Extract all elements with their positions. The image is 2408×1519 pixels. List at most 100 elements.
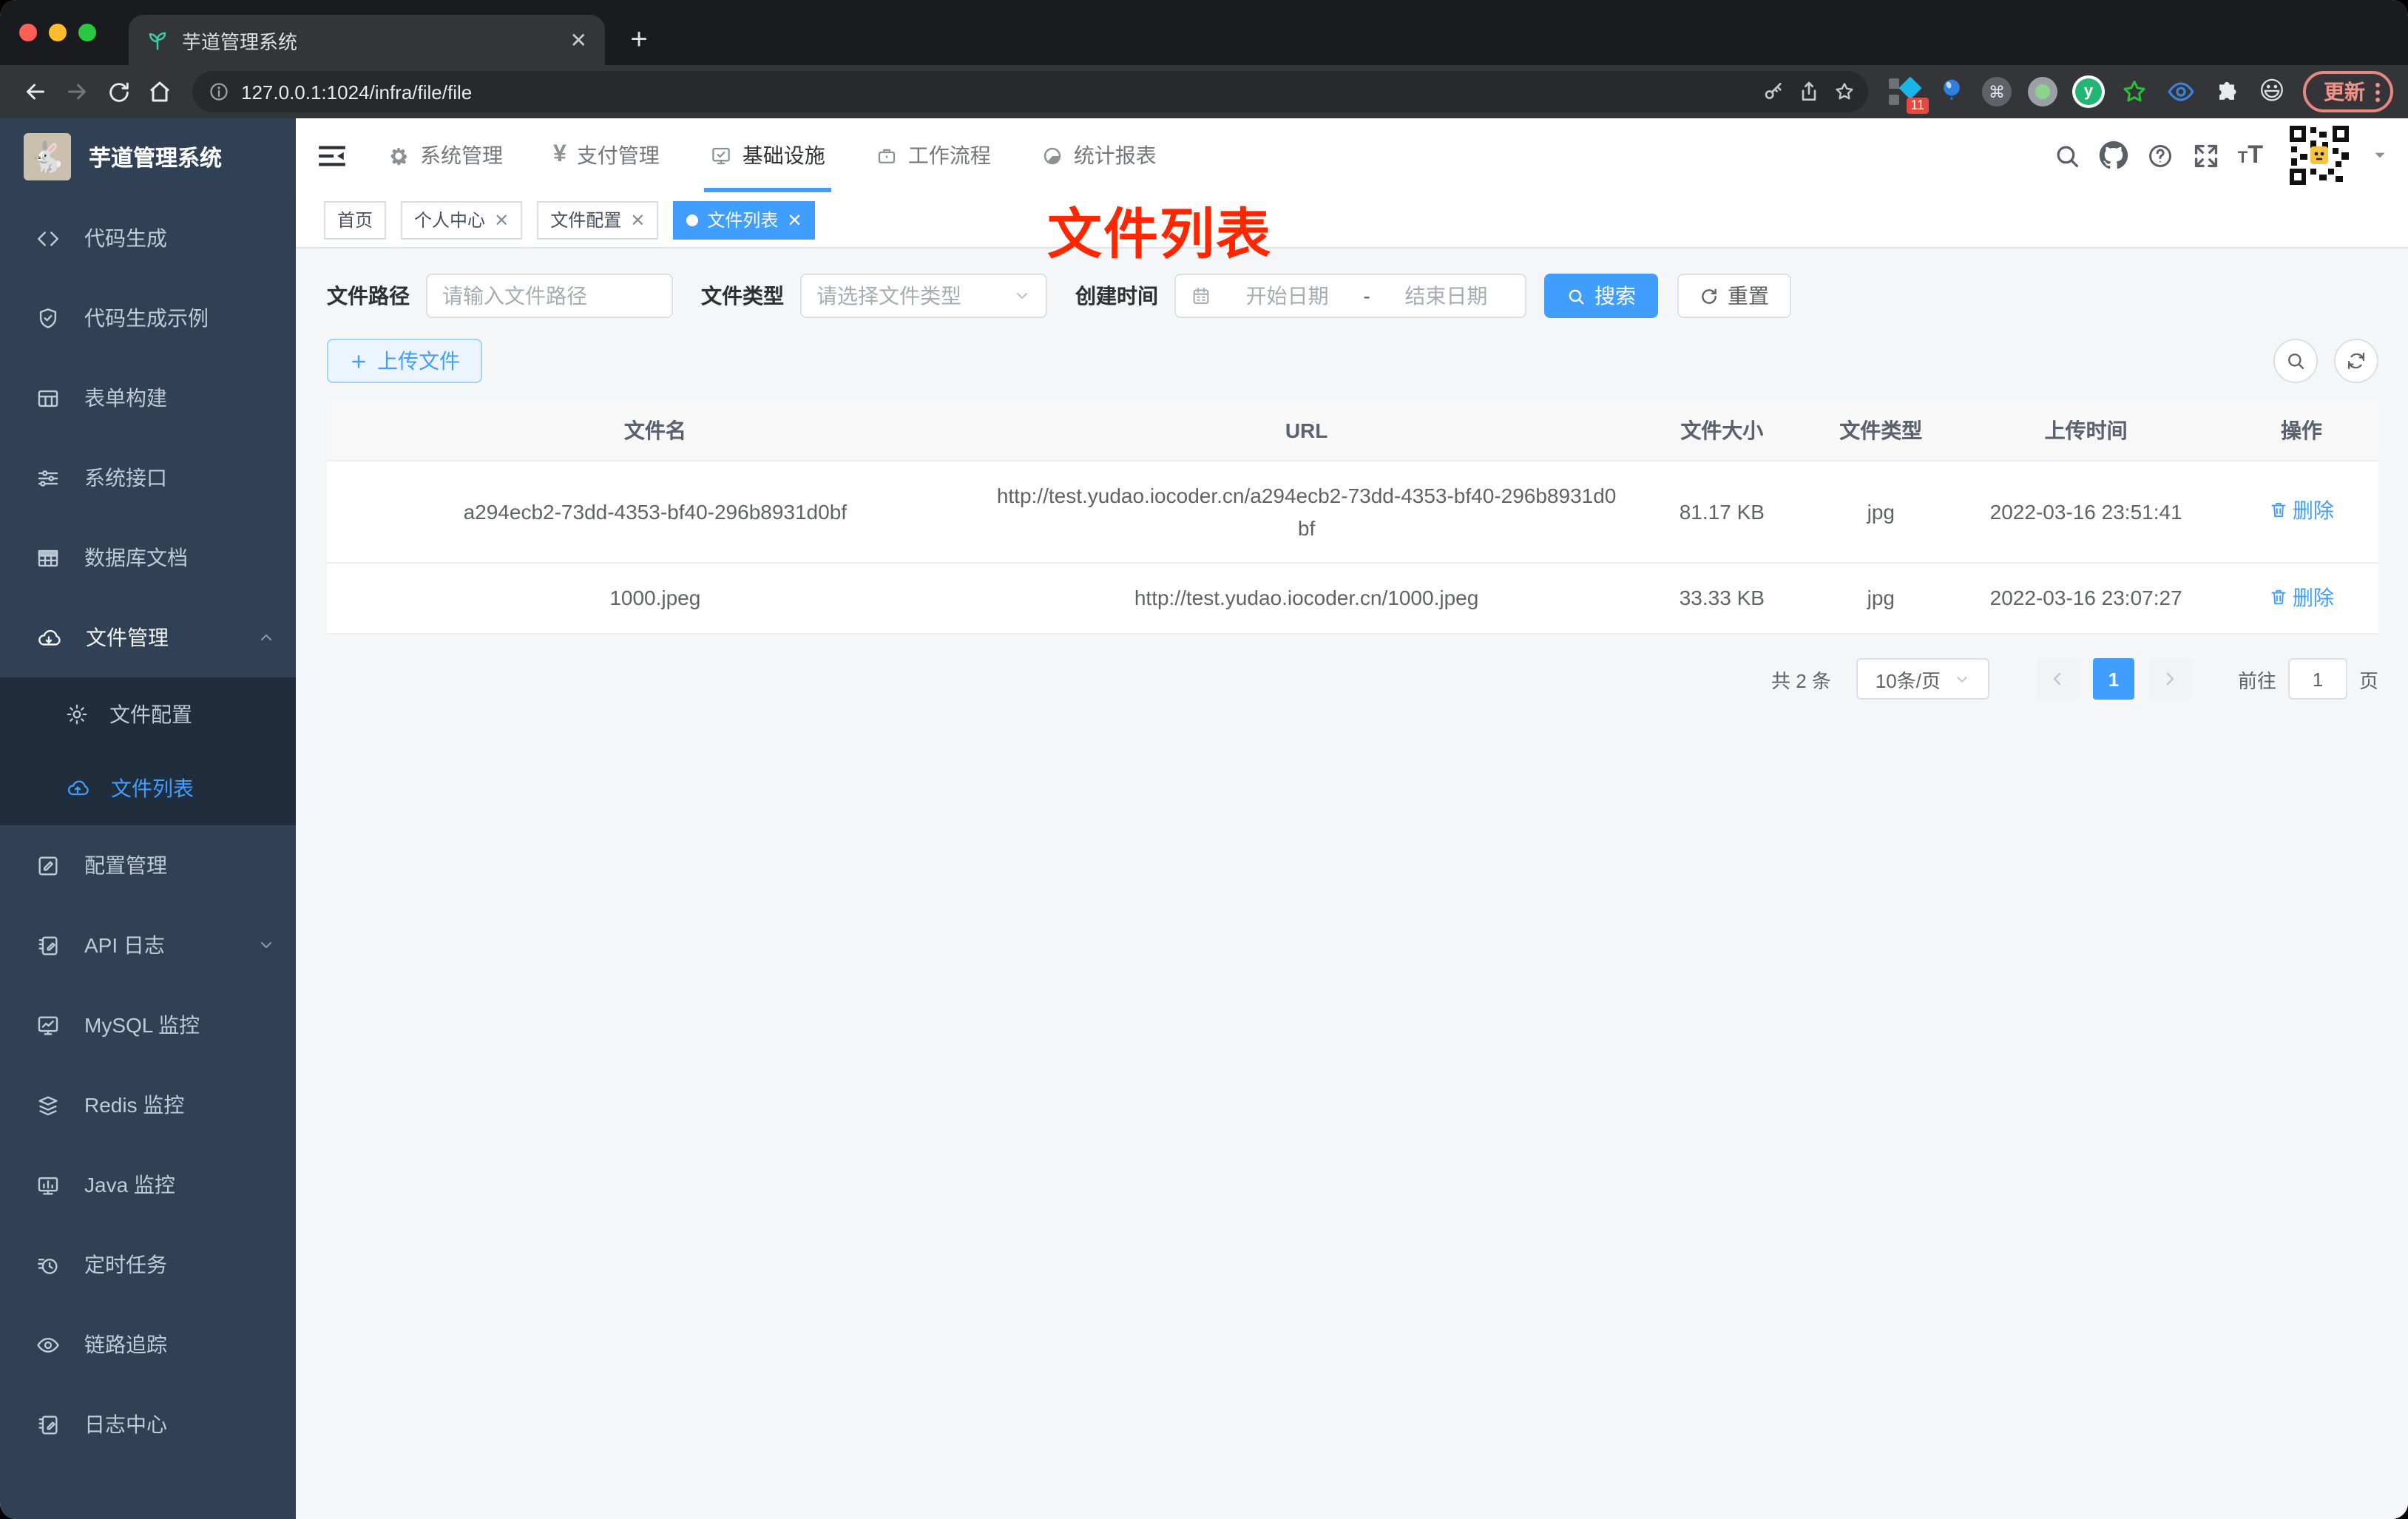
browser-window: 芋道管理系统 ✕ + 127.0.0.1:1024/infra/file/fil… <box>0 0 2408 1519</box>
extensions-area: 11 ⌘ y 😃 <box>1880 75 2297 114</box>
file-path-input[interactable]: 请输入文件路径 <box>426 274 673 318</box>
sidebar-item-java-monitor[interactable]: Java 监控 <box>0 1145 296 1225</box>
tag-file-list[interactable]: 文件列表 ✕ <box>673 200 816 239</box>
ext-diamond-icon[interactable]: 11 <box>1889 75 1929 114</box>
page-number-current[interactable]: 1 <box>2092 658 2134 700</box>
sidebar-item-log-center[interactable]: 日志中心 <box>0 1384 296 1464</box>
col-url: URL <box>983 401 1630 461</box>
ext-balloon-icon[interactable] <box>1935 75 1967 108</box>
minimize-window-button[interactable] <box>49 24 67 41</box>
tag-file-config[interactable]: 文件配置 ✕ <box>537 200 659 239</box>
help-icon[interactable] <box>2146 141 2174 169</box>
ext-eye-icon[interactable] <box>2164 75 2196 108</box>
table-toolbar: 上传文件 <box>327 339 2378 383</box>
topnav-item-infrastructure[interactable]: 基础设施 <box>685 118 850 192</box>
trash-icon <box>2271 503 2286 518</box>
tab-close-icon[interactable]: ✕ <box>570 30 587 50</box>
fullscreen-icon[interactable] <box>2192 141 2220 169</box>
ext-gray-green-icon[interactable] <box>2026 75 2059 108</box>
ext-command-icon[interactable]: ⌘ <box>1981 75 2013 108</box>
col-actions: 操作 <box>2224 401 2378 461</box>
maximize-window-button[interactable] <box>78 24 96 41</box>
yen-icon: ¥ <box>553 142 567 167</box>
back-icon[interactable] <box>15 71 56 112</box>
sidebar-collapse-icon[interactable] <box>317 140 348 171</box>
topnav-item-system[interactable]: 系统管理 <box>362 118 528 192</box>
file-type-select[interactable]: 请选择文件类型 <box>800 274 1047 318</box>
upload-file-button[interactable]: 上传文件 <box>327 339 482 383</box>
new-tab-button[interactable]: + <box>617 18 661 62</box>
toggle-search-button[interactable] <box>2273 339 2318 383</box>
share-icon[interactable] <box>1797 80 1821 104</box>
profile-avatar-icon[interactable]: 😃 <box>2256 75 2288 108</box>
delete-button[interactable]: 删除 <box>2269 581 2334 613</box>
browser-tab[interactable]: 芋道管理系统 ✕ <box>129 15 605 65</box>
reset-button[interactable]: 重置 <box>1677 274 1791 318</box>
sidebar-item-redis-monitor[interactable]: Redis 监控 <box>0 1065 296 1145</box>
sidebar-item-mysql-monitor[interactable]: MySQL 监控 <box>0 985 296 1065</box>
sidebar-item-system-api[interactable]: 系统接口 <box>0 438 296 518</box>
sidebar-item-form-builder[interactable]: 表单构建 <box>0 358 296 438</box>
date-range-picker[interactable]: 开始日期 - 结束日期 <box>1174 274 1526 318</box>
password-key-icon[interactable] <box>1762 80 1785 104</box>
caret-down-icon[interactable] <box>2373 148 2387 163</box>
sidebar-item-file-list[interactable]: 文件列表 <box>0 751 296 825</box>
sidebar-item-scheduled-tasks[interactable]: 定时任务 <box>0 1225 296 1305</box>
page-size-select[interactable]: 10条/页 <box>1856 658 1989 700</box>
sidebar-item-trace[interactable]: 链路追踪 <box>0 1305 296 1384</box>
tag-profile[interactable]: 个人中心 ✕ <box>401 200 523 239</box>
forward-icon[interactable] <box>56 71 98 112</box>
code-icon <box>35 226 61 251</box>
topnav-item-reports[interactable]: 统计报表 <box>1016 118 1182 192</box>
active-tab-dot <box>686 214 699 226</box>
close-window-button[interactable] <box>19 24 37 41</box>
github-icon[interactable] <box>2099 141 2128 170</box>
browser-toolbar: 127.0.0.1:1024/infra/file/file 11 ⌘ y 😃 … <box>0 65 2408 118</box>
refresh-table-button[interactable] <box>2334 339 2378 383</box>
search-form: 文件路径 请输入文件路径 文件类型 请选择文件类型 创建时间 开始日期 - 结束… <box>327 274 2378 318</box>
monitor-icon <box>35 1172 61 1197</box>
topnav-item-payment[interactable]: ¥ 支付管理 <box>528 118 685 192</box>
sidebar-item-code-example[interactable]: 代码生成示例 <box>0 278 296 358</box>
home-icon[interactable] <box>139 71 180 112</box>
font-size-icon[interactable]: TT <box>2238 141 2263 170</box>
user-avatar-qr[interactable] <box>2287 123 2352 188</box>
sidebar-item-db-doc[interactable]: 数据库文档 <box>0 518 296 598</box>
search-icon[interactable] <box>2053 141 2081 169</box>
close-icon[interactable]: ✕ <box>787 211 802 229</box>
window-controls <box>0 0 129 65</box>
form-grid-icon <box>35 385 61 410</box>
sidebar-item-code-generation[interactable]: 代码生成 <box>0 198 296 278</box>
sidebar-item-api-log[interactable]: API 日志 <box>0 905 296 985</box>
goto-page-input[interactable]: 1 <box>2287 658 2347 700</box>
tag-home[interactable]: 首页 <box>324 200 387 239</box>
pagination: 共 2 条 10条/页 1 前往 1 页 <box>327 658 2378 700</box>
sidebar-item-file-config[interactable]: 文件配置 <box>0 677 296 751</box>
col-file-name: 文件名 <box>327 401 984 461</box>
close-icon[interactable]: ✕ <box>630 211 645 229</box>
next-page-button[interactable] <box>2148 658 2191 700</box>
sidebar-logo[interactable]: 🐇 芋道管理系统 <box>0 118 296 195</box>
bookmark-star-icon[interactable] <box>1833 80 1856 104</box>
cell-url: http://test.yudao.iocoder.cn/1000.jpeg <box>983 562 1630 635</box>
address-bar[interactable]: 127.0.0.1:1024/infra/file/file <box>192 71 1868 112</box>
monitor-check-icon <box>710 144 732 166</box>
reload-icon[interactable] <box>98 71 139 112</box>
menu-dots-icon[interactable] <box>2375 82 2380 101</box>
ext-y-icon[interactable]: y <box>2072 75 2105 108</box>
header-actions: TT <box>2053 123 2387 188</box>
prev-page-button[interactable] <box>2036 658 2078 700</box>
site-info-icon[interactable] <box>209 81 229 102</box>
sidebar-item-file-management[interactable]: 文件管理 <box>0 598 296 677</box>
monitor-chart-icon <box>35 1012 61 1038</box>
delete-button[interactable]: 删除 <box>2269 494 2334 527</box>
document-edit-icon <box>35 1412 61 1437</box>
close-icon[interactable]: ✕ <box>494 211 509 229</box>
browser-update-button[interactable]: 更新 <box>2303 71 2393 112</box>
sidebar-item-config-management[interactable]: 配置管理 <box>0 825 296 905</box>
ext-star-icon[interactable] <box>2118 75 2151 108</box>
topnav-item-workflow[interactable]: 工作流程 <box>850 118 1016 192</box>
ext-puzzle-icon[interactable] <box>2210 75 2242 108</box>
file-management-submenu: 文件配置 文件列表 <box>0 677 296 825</box>
search-button[interactable]: 搜索 <box>1544 274 1658 318</box>
